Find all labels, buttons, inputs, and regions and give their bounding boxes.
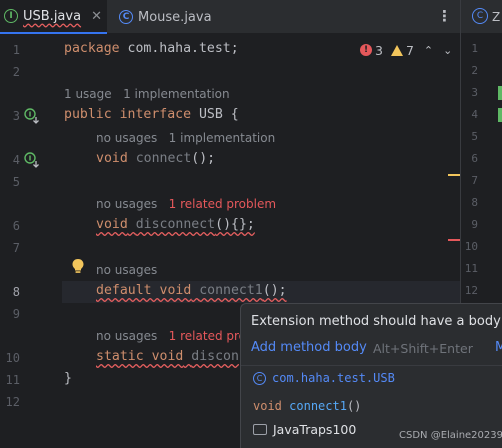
- keyword: default void: [96, 283, 192, 298]
- line-number: 1: [471, 42, 478, 55]
- line-number: 5: [471, 130, 478, 143]
- tab-label: Mouse.java: [138, 9, 212, 25]
- inspection-widget[interactable]: ! 3 7 ⌃ ⌄: [360, 40, 452, 60]
- method-name: connect: [135, 151, 192, 166]
- code-text: ();: [191, 151, 216, 166]
- keyword: static void: [96, 349, 184, 364]
- tab-label: USB.java: [23, 8, 82, 24]
- usage-hint[interactable]: no usages 1 implementation: [96, 131, 275, 145]
- chevron-up-icon[interactable]: ⌃: [424, 44, 433, 57]
- code-line[interactable]: package com.haha.test;: [64, 41, 239, 56]
- keyword: public interface: [64, 107, 192, 122]
- tab-usb-java[interactable]: I USB.java ✕: [0, 0, 107, 34]
- line-number: 1: [12, 43, 20, 57]
- line-number: 9: [12, 307, 20, 321]
- right-split-tab-label[interactable]: Z: [492, 10, 500, 24]
- more-actions-link[interactable]: M: [495, 340, 502, 355]
- keyword: void: [96, 151, 128, 166]
- line-number: 12: [464, 284, 478, 297]
- error-count: 3: [375, 42, 383, 58]
- line-number: 11: [464, 262, 478, 275]
- line-number: 8: [471, 196, 478, 209]
- line-number: 9: [471, 218, 478, 231]
- line-number: 5: [12, 175, 20, 189]
- usage-hint[interactable]: no usages 1 related problem: [96, 197, 276, 211]
- add-method-body-link[interactable]: Add method body: [251, 340, 367, 355]
- line-number: 10: [464, 240, 478, 253]
- code-text: USB {: [191, 107, 239, 122]
- code-text: com.haha.test;: [119, 41, 239, 56]
- keyword: void: [253, 399, 282, 413]
- keyword: package: [64, 41, 120, 56]
- code-text: (){};: [215, 217, 255, 232]
- error-tooltip-popup: Extension method should have a body Add …: [240, 303, 502, 448]
- divider: [241, 365, 502, 366]
- line-number: 12: [5, 395, 20, 409]
- usage-hint[interactable]: 1 usage 1 implementation: [64, 87, 230, 101]
- class-reference[interactable]: C com.haha.test.USB: [253, 371, 395, 385]
- line-number: 2: [471, 64, 478, 77]
- line-number: 6: [12, 219, 20, 233]
- gutter-marker: [498, 108, 502, 122]
- method-signature: void connect1(): [253, 399, 361, 413]
- code-line[interactable]: }: [64, 371, 72, 386]
- line-number: 3: [12, 109, 20, 123]
- hint-text: no usages: [96, 329, 169, 343]
- keyword: void: [96, 217, 128, 232]
- folder-icon: [253, 424, 267, 435]
- shortcut-hint: Alt+Shift+Enter: [373, 341, 473, 356]
- implemented-icon[interactable]: [24, 152, 40, 168]
- editor-tab-bar: I USB.java ✕ C Mouse.java ⋮: [0, 0, 502, 34]
- warning-stripe[interactable]: [448, 174, 460, 176]
- implemented-icon[interactable]: [24, 108, 40, 124]
- watermark: CSDN @Elaine202391: [399, 430, 502, 441]
- warning-count: 7: [405, 42, 414, 58]
- line-number: 7: [12, 241, 20, 255]
- lightbulb-icon[interactable]: [71, 258, 85, 274]
- code-line[interactable]: default void connect1();: [96, 283, 287, 298]
- hint-text: no usages: [96, 197, 169, 211]
- code-line[interactable]: void connect();: [96, 151, 215, 166]
- method-name: connect1: [199, 283, 263, 298]
- method-name: disconnect: [135, 217, 216, 232]
- code-line[interactable]: void disconnect(){};: [96, 217, 255, 232]
- module-reference: JavaTraps100: [253, 422, 356, 437]
- line-number: 2: [12, 65, 20, 79]
- line-number: 11: [5, 373, 20, 387]
- error-icon: !: [360, 44, 372, 56]
- close-icon[interactable]: ✕: [91, 9, 102, 24]
- code-line[interactable]: public interface USB {: [64, 107, 239, 122]
- line-number: 7: [471, 174, 478, 187]
- code-text: (): [346, 399, 362, 413]
- gutter-marker: [498, 86, 502, 100]
- popup-title: Extension method should have a body: [251, 314, 501, 329]
- line-number: 10: [5, 351, 20, 365]
- line-number: 4: [12, 153, 20, 167]
- class-name[interactable]: com.haha.test.USB: [272, 371, 395, 385]
- usage-hint[interactable]: no usages: [96, 263, 157, 277]
- method-name: discon: [191, 349, 239, 364]
- class-icon: C: [119, 10, 133, 24]
- line-number: 8: [12, 285, 20, 299]
- related-problem-link[interactable]: 1 related problem: [169, 197, 276, 211]
- warning-icon: [390, 44, 403, 56]
- more-options-icon[interactable]: ⋮: [437, 7, 452, 25]
- code-line[interactable]: static void discon: [96, 349, 239, 364]
- tab-mouse-java[interactable]: C Mouse.java: [114, 0, 224, 34]
- class-icon[interactable]: C: [472, 8, 488, 24]
- method-name: connect1: [289, 399, 347, 413]
- chevron-down-icon[interactable]: ⌄: [443, 44, 452, 57]
- error-stripe[interactable]: [448, 239, 460, 241]
- class-icon: C: [253, 371, 266, 385]
- line-number: 3: [471, 86, 478, 99]
- code-text: ();: [262, 283, 287, 298]
- line-number: 6: [471, 152, 478, 165]
- interface-icon: I: [4, 9, 18, 23]
- module-name: JavaTraps100: [273, 422, 357, 437]
- line-number: 4: [471, 108, 478, 121]
